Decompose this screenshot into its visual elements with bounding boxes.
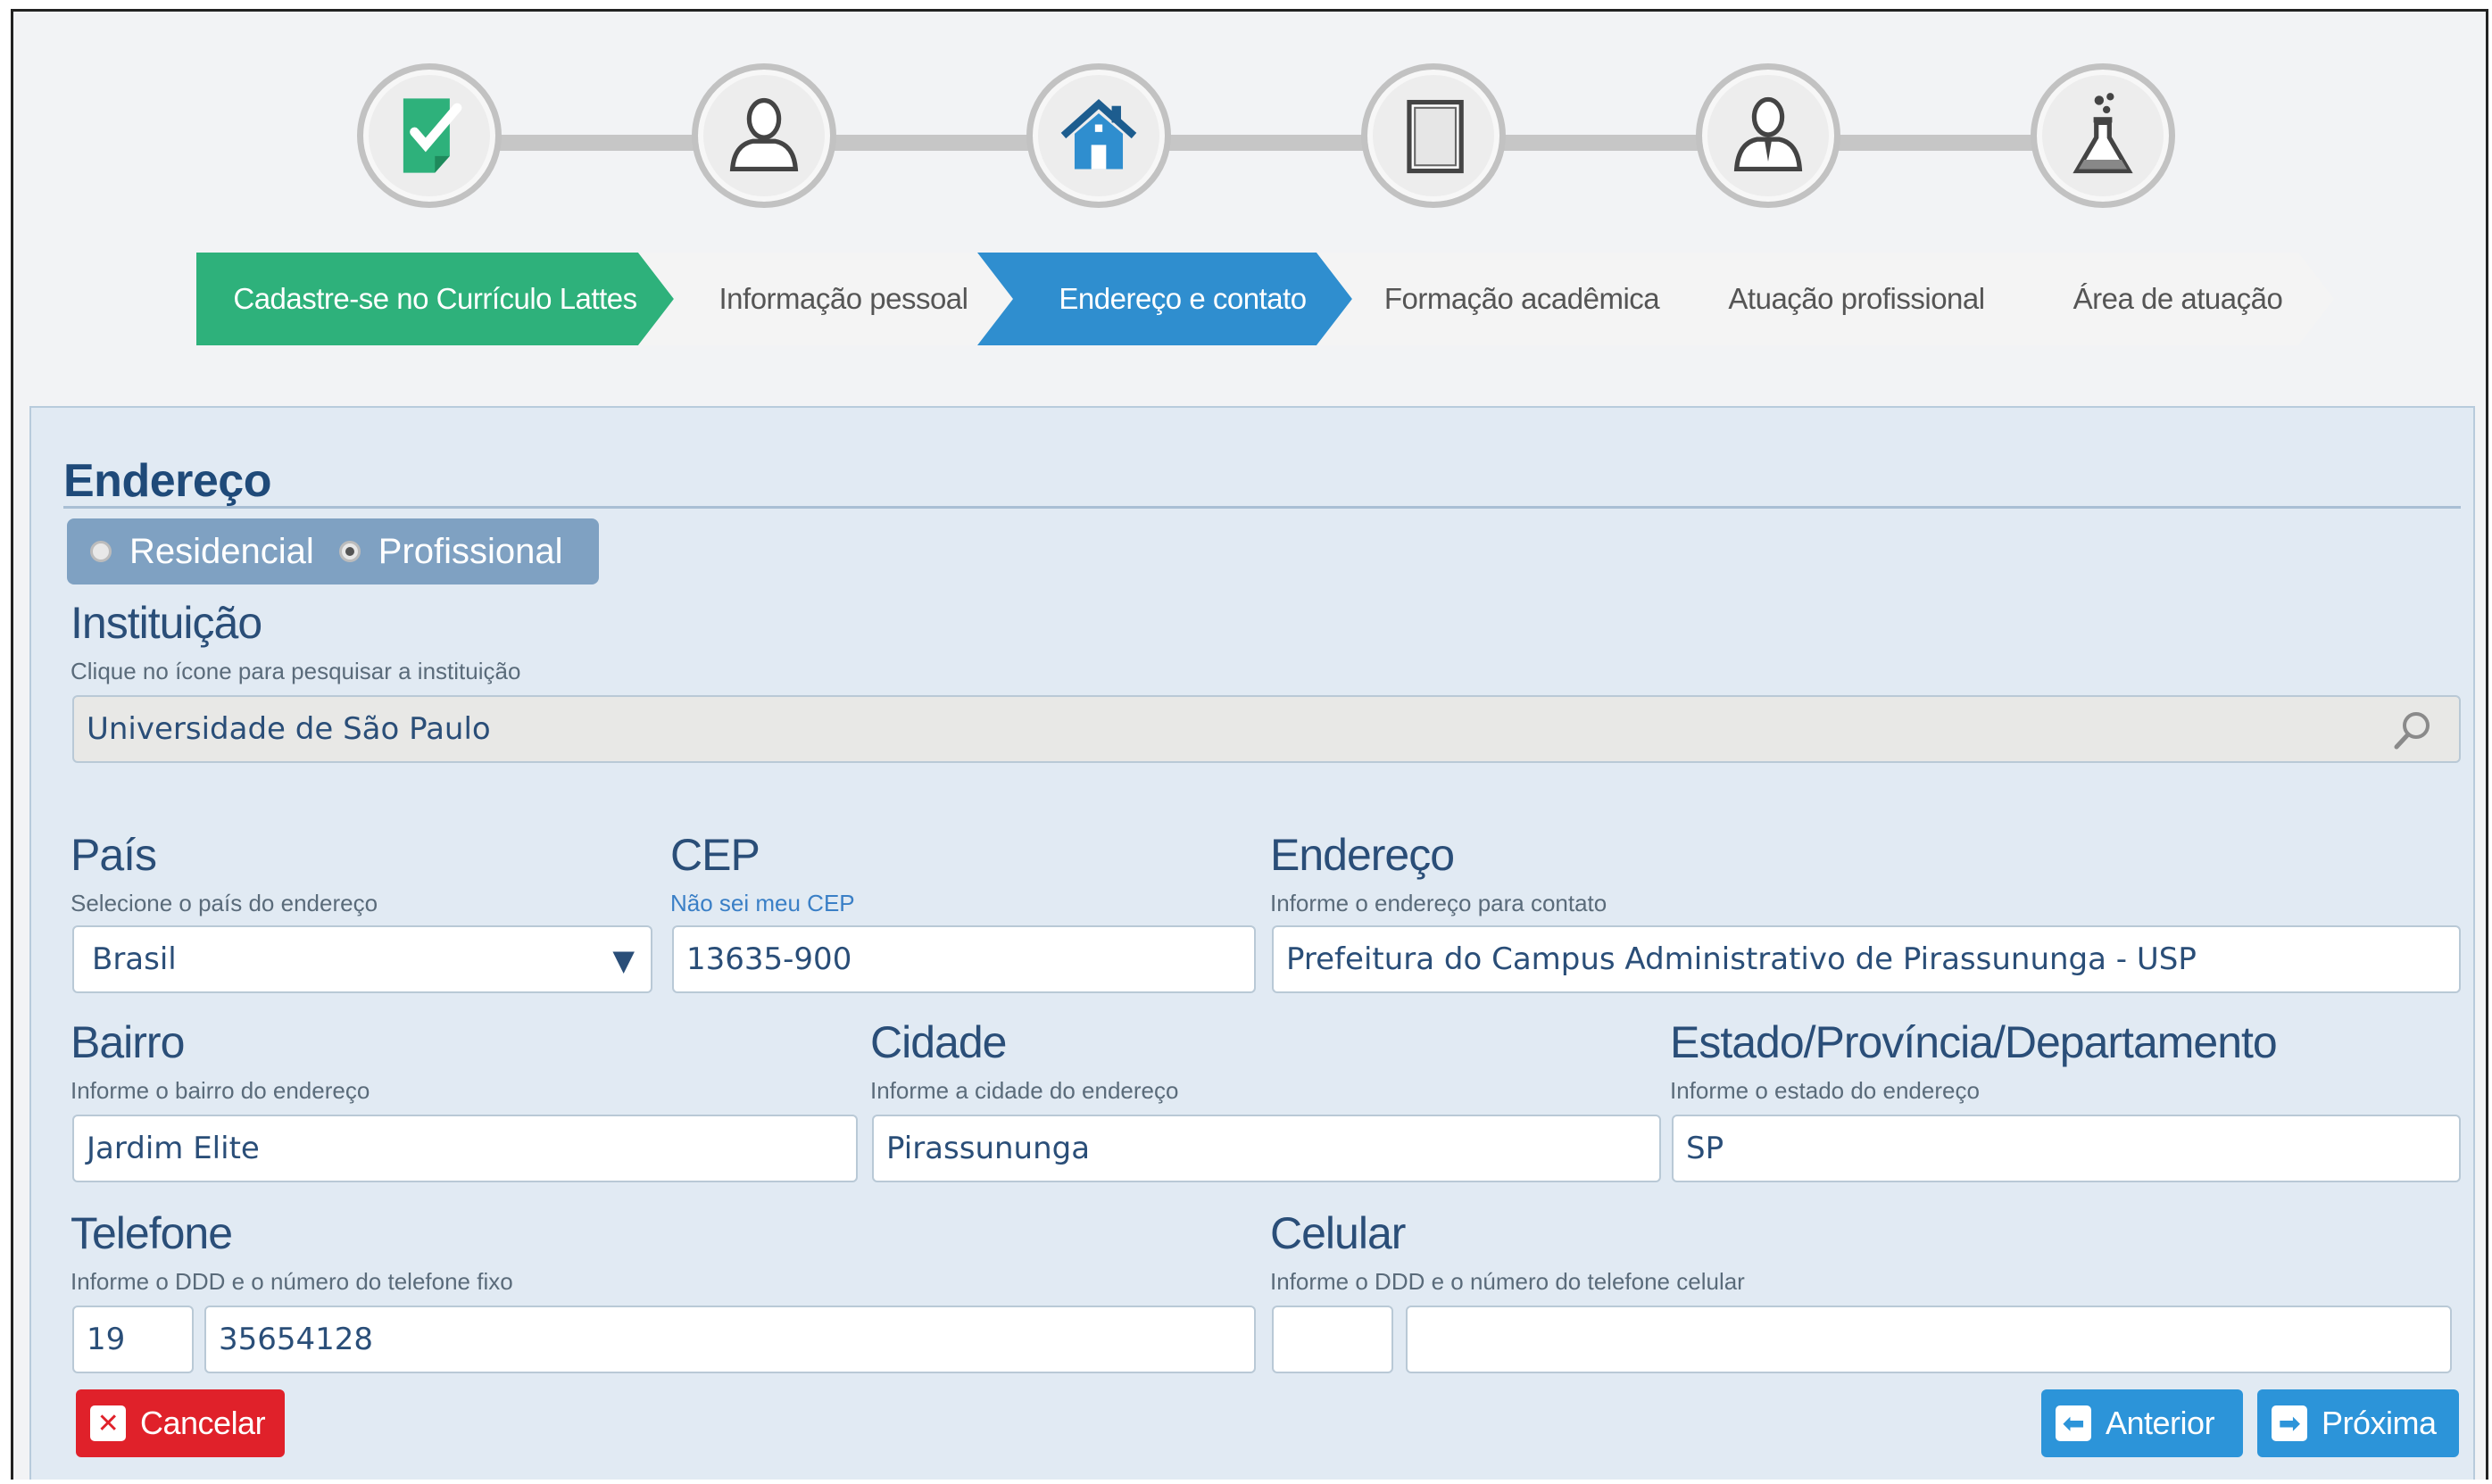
cep-value: 13635-900 xyxy=(686,941,852,977)
telefone-label: Telefone xyxy=(71,1208,233,1258)
estado-hint: Informe o estado do endereço xyxy=(1670,1077,1980,1104)
bairro-input[interactable]: Jardim Elite xyxy=(72,1115,858,1182)
crumb-endereco[interactable]: Endereço e contato xyxy=(977,253,1352,345)
radio-residencial-label[interactable]: Residencial xyxy=(129,532,314,572)
pais-select[interactable]: Brasil ▼ xyxy=(72,925,652,993)
pais-hint: Selecione o país do endereço xyxy=(71,890,378,916)
cidade-input[interactable]: Pirassununga xyxy=(872,1115,1661,1182)
crumb-label: Endereço e contato xyxy=(1059,282,1307,315)
next-button[interactable]: ➡ Próxima xyxy=(2257,1389,2459,1457)
cep-input[interactable]: 13635-900 xyxy=(672,925,1256,993)
cancel-button[interactable]: ✕ Cancelar xyxy=(76,1389,285,1457)
pais-label: País xyxy=(71,830,157,880)
next-button-label: Próxima xyxy=(2322,1405,2437,1441)
arrow-left-icon: ⬅ xyxy=(2056,1405,2091,1441)
radio-profissional-label[interactable]: Profissional xyxy=(378,532,563,572)
estado-label: Estado/Província/Departamento xyxy=(1670,1017,2278,1067)
endereco-label: Endereço xyxy=(1270,830,1455,880)
telefone-numero-value: 35654128 xyxy=(219,1322,374,1357)
crumb-label: Cadastre-se no Currículo Lattes xyxy=(233,282,637,315)
cancel-button-label: Cancelar xyxy=(140,1405,266,1441)
pais-value: Brasil xyxy=(92,941,177,977)
estado-value: SP xyxy=(1686,1131,1724,1166)
bairro-hint: Informe o bairro do endereço xyxy=(71,1077,370,1104)
address-form-panel: Endereço Residencial Profissional Instit… xyxy=(29,406,2475,1480)
registration-window: Cadastre-se no Currículo Lattes Informaç… xyxy=(11,9,2488,1480)
estado-input[interactable]: SP xyxy=(1672,1115,2461,1182)
endereco-value: Prefeitura do Campus Administrativo de P… xyxy=(1286,941,2197,977)
celular-label: Celular xyxy=(1270,1208,1406,1258)
cep-label: CEP xyxy=(670,830,760,880)
breadcrumb-outline xyxy=(13,12,2488,104)
telefone-numero-input[interactable]: 35654128 xyxy=(204,1306,1256,1373)
telefone-hint: Informe o DDD e o número do telefone fix… xyxy=(71,1268,513,1295)
crumb-formacao[interactable]: Formação acadêmica xyxy=(1317,253,1691,345)
crumb-atuacao[interactable]: Atuação profissional xyxy=(1656,253,2022,345)
address-type-toggle: Residencial Profissional xyxy=(67,518,599,584)
crumb-area[interactable]: Área de atuação xyxy=(1986,253,2334,345)
cep-hint-link[interactable]: Não sei meu CEP xyxy=(670,890,855,917)
cidade-hint: Informe a cidade do endereço xyxy=(870,1077,1179,1104)
chevron-down-icon: ▼ xyxy=(612,943,635,977)
crumb-cadastro[interactable]: Cadastre-se no Currículo Lattes xyxy=(196,253,674,345)
celular-hint: Informe o DDD e o número do telefone cel… xyxy=(1270,1268,1745,1295)
radio-profissional[interactable] xyxy=(338,541,361,562)
endereco-input[interactable]: Prefeitura do Campus Administrativo de P… xyxy=(1272,925,2461,993)
arrow-right-icon: ➡ xyxy=(2272,1405,2307,1441)
instituicao-hint: Clique no ícone para pesquisar a institu… xyxy=(71,658,521,684)
crumb-label: Formação acadêmica xyxy=(1383,282,1660,315)
section-divider xyxy=(63,506,2461,509)
crumb-label: Informação pessoal xyxy=(719,282,968,315)
bairro-label: Bairro xyxy=(71,1017,185,1067)
instituicao-value: Universidade de São Paulo xyxy=(87,711,491,747)
bairro-value: Jardim Elite xyxy=(87,1131,260,1166)
close-icon: ✕ xyxy=(90,1405,126,1441)
radio-residencial[interactable] xyxy=(90,541,112,562)
endereco-hint: Informe o endereço para contato xyxy=(1270,890,1607,916)
crumb-pessoal[interactable]: Informação pessoal xyxy=(638,253,1013,345)
telefone-ddd-input[interactable]: 19 xyxy=(72,1306,194,1373)
cidade-label: Cidade xyxy=(870,1017,1007,1067)
previous-button-label: Anterior xyxy=(2106,1405,2215,1441)
crumb-label: Atuação profissional xyxy=(1728,282,1985,315)
search-icon[interactable] xyxy=(2391,708,2436,752)
instituicao-label: Instituição xyxy=(71,598,262,648)
previous-button[interactable]: ⬅ Anterior xyxy=(2041,1389,2243,1457)
instituicao-input[interactable]: Universidade de São Paulo xyxy=(72,695,2461,763)
celular-ddd-input[interactable] xyxy=(1272,1306,1393,1373)
telefone-ddd-value: 19 xyxy=(87,1322,126,1357)
cidade-value: Pirassununga xyxy=(886,1131,1091,1166)
celular-numero-input[interactable] xyxy=(1406,1306,2452,1373)
section-title: Endereço xyxy=(63,455,271,507)
crumb-label: Área de atuação xyxy=(2073,282,2283,315)
